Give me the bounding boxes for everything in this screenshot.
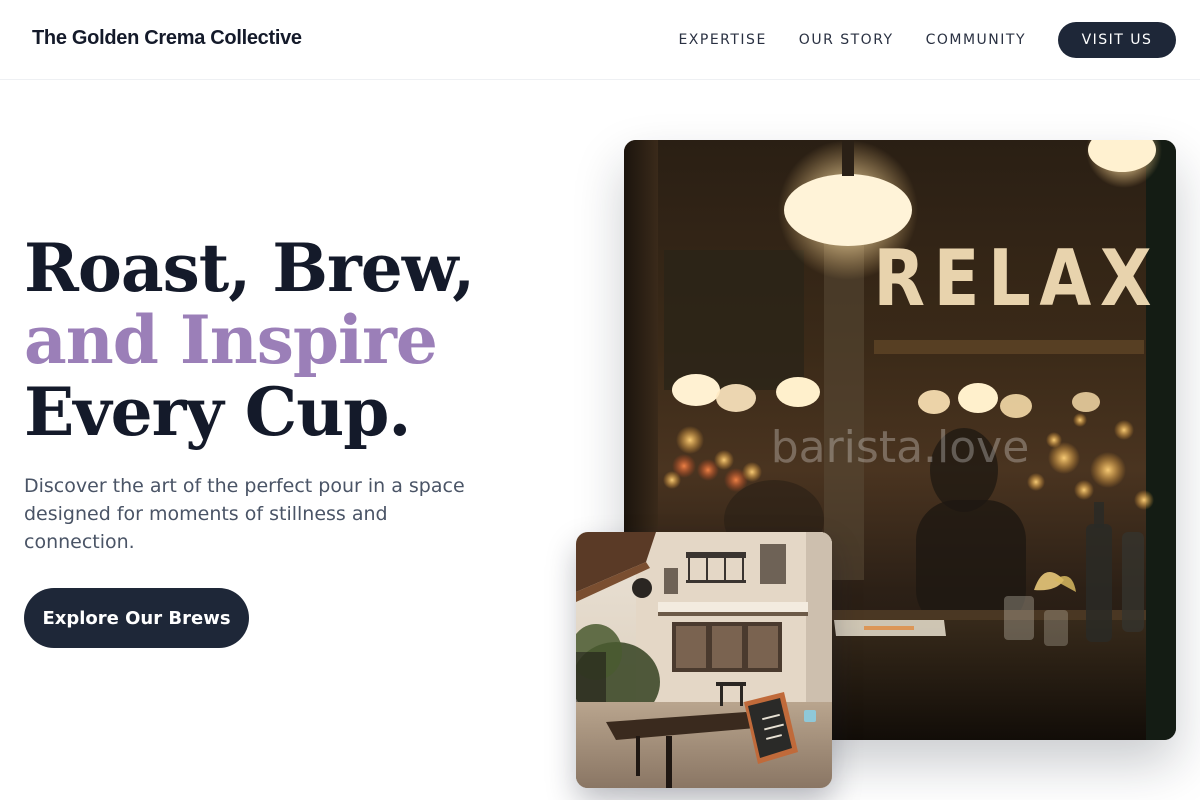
hero-title-line-2-accent: and Inspire (24, 301, 438, 379)
street-cafe-photo (576, 532, 832, 788)
hero-subtitle: Discover the art of the perfect pour in … (24, 475, 465, 553)
watermark-text: barista.love (771, 422, 1030, 473)
main-nav: EXPERTISE OUR STORY COMMUNITY VISIT US (678, 22, 1176, 58)
site-header: The Golden Crema Collective EXPERTISE OU… (0, 0, 1200, 80)
street-cafe-illustration (576, 532, 832, 788)
relax-sign: RELAX (873, 233, 1160, 324)
nav-link-our-story[interactable]: OUR STORY (799, 32, 894, 48)
nav-link-community[interactable]: COMMUNITY (926, 32, 1026, 48)
nav-link-expertise[interactable]: EXPERTISE (678, 32, 766, 48)
brand-logo[interactable]: The Golden Crema Collective (32, 27, 302, 50)
hero-title: Roast, Brew, and Inspire Every Cup. (24, 229, 475, 451)
hero-title-line-1: Roast, Brew, (24, 229, 475, 307)
explore-brews-button[interactable]: Explore Our Brews (24, 588, 249, 648)
svg-text:RELAX: RELAX (873, 233, 1160, 324)
hero-title-line-3: Every Cup. (24, 373, 411, 451)
visit-us-button[interactable]: VISIT US (1058, 22, 1176, 58)
